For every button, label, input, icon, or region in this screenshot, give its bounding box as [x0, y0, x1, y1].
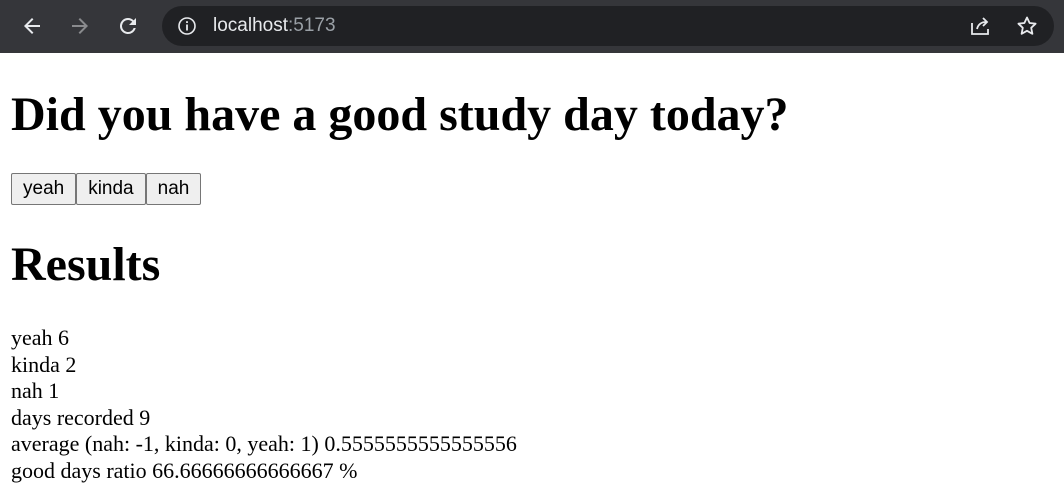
nah-button[interactable]: nah: [145, 173, 202, 205]
result-value: 1: [48, 378, 60, 403]
vote-buttons: yeah kinda nah: [11, 173, 202, 205]
result-label: days recorded: [11, 404, 134, 430]
result-label: good days ratio: [11, 457, 147, 483]
result-yeah: yeah 6: [11, 325, 517, 352]
result-average: average (nah: -1, kinda: 0, yeah: 1) 0.5…: [11, 431, 517, 458]
result-value: 9: [139, 404, 151, 430]
result-value: 0.5555555555555556: [324, 431, 517, 456]
yeah-button[interactable]: yeah: [11, 173, 77, 205]
question-heading: Did you have a good study day today?: [11, 88, 789, 141]
result-kinda: kinda 2: [11, 352, 517, 379]
result-label: yeah: [11, 325, 53, 350]
forward-arrow-icon[interactable]: [64, 10, 96, 42]
back-arrow-icon[interactable]: [16, 10, 48, 42]
star-icon[interactable]: [1015, 14, 1039, 38]
share-icon[interactable]: [968, 14, 992, 38]
url-host: localhost: [213, 15, 288, 36]
result-value: 6: [58, 325, 70, 350]
kinda-button[interactable]: kinda: [76, 173, 146, 205]
browser-toolbar: localhost:5173: [0, 0, 1064, 53]
result-label: nah: [11, 378, 43, 403]
result-label: kinda: [11, 351, 60, 377]
result-label: average (nah: -1, kinda: 0, yeah: 1): [11, 431, 319, 456]
result-value: 66.66666666666667 %: [152, 457, 358, 483]
results-list: yeah 6 kinda 2 nah 1 days recorded 9 ave…: [11, 325, 517, 484]
url-text[interactable]: localhost:5173: [213, 15, 336, 37]
reload-icon[interactable]: [112, 10, 144, 42]
result-nah: nah 1: [11, 378, 517, 405]
info-icon[interactable]: [177, 16, 197, 36]
url-port: :5173: [288, 15, 336, 36]
result-days-recorded: days recorded 9: [11, 405, 517, 432]
results-heading: Results: [11, 238, 161, 291]
result-value: 2: [65, 351, 77, 377]
result-good-days-ratio: good days ratio 66.66666666666667 %: [11, 458, 517, 485]
address-bar[interactable]: localhost:5173: [162, 6, 1054, 46]
